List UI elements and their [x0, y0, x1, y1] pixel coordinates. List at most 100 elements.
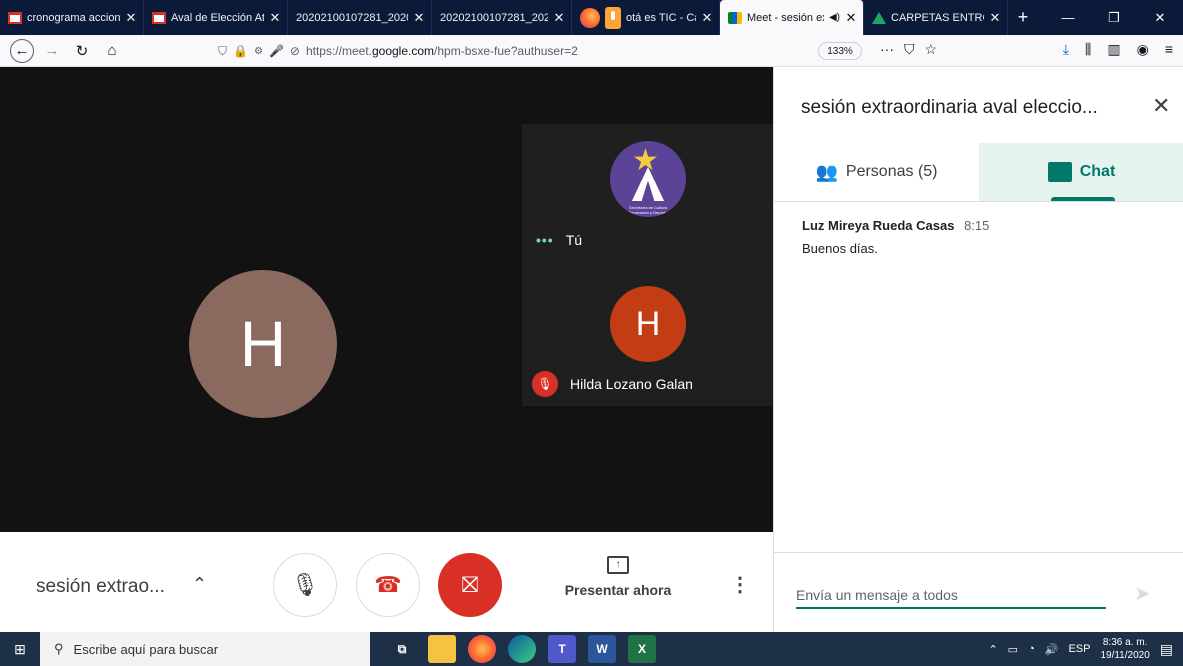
tab-document-2[interactable]: 20202100107281_202011 ✕ — [432, 0, 572, 35]
wifi-icon[interactable]: ◔ — [1028, 643, 1035, 655]
chat-message-input[interactable] — [796, 583, 1106, 609]
clock-time: 8:36 a. m. — [1102, 637, 1148, 648]
new-tab-button[interactable]: + — [1008, 0, 1038, 35]
url-domain: google.com — [371, 44, 435, 58]
hilda-name: Hilda Lozano Galan — [570, 376, 693, 392]
chat-message: Luz Mireya Rueda Casas 8:15 Buenos días. — [802, 218, 989, 256]
url-text[interactable]: https://meet.google.com/hpm-bsxe-fue?aut… — [306, 44, 578, 58]
notifications-icon[interactable]: ▤ — [1160, 641, 1173, 658]
shield-icon[interactable]: ⛉ — [218, 44, 227, 59]
language-indicator[interactable]: ESP — [1068, 643, 1090, 655]
tab-meet[interactable]: Meet - sesión ex ◀) ✕ — [720, 0, 864, 35]
self-avatar-logo: ★ Secretaría de Cultura Recreación y Dep… — [610, 141, 686, 217]
self-tile-label: ••• Tú — [536, 232, 582, 248]
camera-button[interactable]: ⛝ — [438, 553, 502, 617]
windows-start-icon[interactable]: ⊞ — [0, 632, 40, 666]
hilda-tile-label: 🎙 Hilda Lozano Galan — [532, 371, 693, 397]
present-now-button[interactable]: ↑ Presentar ahora — [562, 556, 674, 598]
screen: cronograma accion ✕ Aval de Elección At … — [0, 0, 1183, 666]
meeting-name[interactable]: sesión extrao... — [36, 576, 165, 598]
pocket-icon[interactable]: ⛉ — [904, 41, 915, 58]
library-icon[interactable]: ⫼ — [1085, 41, 1091, 58]
close-icon[interactable]: ✕ — [269, 10, 281, 26]
file-explorer-icon[interactable] — [428, 635, 456, 663]
message-text: Buenos días. — [802, 241, 878, 256]
download-icon[interactable]: ⤓ — [1063, 41, 1069, 58]
microphone-sharing-icon — [605, 6, 621, 29]
tab-chat-label: Chat — [1079, 163, 1116, 180]
chevron-up-icon[interactable]: ⌃ — [192, 574, 207, 595]
firefox-icon[interactable] — [468, 635, 496, 663]
panel-title: sesión extraordinaria aval eleccio... — [801, 97, 1098, 118]
lock-icon[interactable]: 🔒 — [233, 44, 248, 58]
microphone-icon[interactable]: 🎤 — [269, 44, 284, 58]
permissions-icon[interactable]: ⚙ — [254, 46, 263, 57]
drive-icon — [872, 11, 886, 24]
send-icon[interactable]: ➤ — [1134, 581, 1151, 606]
sidebar-icon[interactable]: ▥ — [1107, 41, 1120, 58]
tab-document-1[interactable]: 20202100107281_202011 ✕ — [288, 0, 432, 35]
home-button[interactable]: ⌂ — [100, 39, 124, 63]
restore-button[interactable]: ❐ — [1091, 0, 1137, 35]
mic-muted-icon: 🎙 — [532, 371, 558, 397]
tab-label: 20202100107281_202011 — [296, 11, 408, 24]
browser-tab-strip: cronograma accion ✕ Aval de Elección At … — [0, 0, 1183, 35]
close-icon[interactable]: ✕ — [701, 10, 713, 26]
present-label: Presentar ahora — [564, 582, 672, 598]
clock[interactable]: 8:36 a. m. 19/11/2020 — [1100, 636, 1149, 662]
url-action-icons: ··· ⛉ ☆ — [880, 41, 937, 58]
tab-aval[interactable]: Aval de Elección At ✕ — [144, 0, 288, 35]
tab-chat[interactable]: Chat — [979, 143, 1183, 201]
microphone-button[interactable]: 🎙 — [273, 553, 337, 617]
address-bar[interactable]: ⛉ 🔒 ⚙ 🎤 ⊘ https://meet.google.com/hpm-bs… — [218, 39, 910, 63]
chat-panel: sesión extraordinaria aval eleccio... ✕ … — [773, 67, 1183, 632]
battery-icon[interactable]: ▭ — [1008, 643, 1018, 656]
account-icon[interactable]: ◉ — [1137, 41, 1149, 58]
zoom-indicator[interactable]: 133% — [818, 42, 862, 60]
close-window-button[interactable]: ✕ — [1137, 0, 1183, 35]
more-options-icon[interactable]: ⋮ — [730, 572, 750, 597]
chat-icon — [1047, 162, 1072, 182]
menu-icon[interactable]: ≡ — [1165, 41, 1173, 58]
bookmark-star-icon[interactable]: ☆ — [925, 41, 938, 58]
task-view-icon[interactable]: ⧉ — [388, 635, 416, 663]
tab-cronograma[interactable]: cronograma accion ✕ — [0, 0, 144, 35]
page-actions-icon[interactable]: ··· — [880, 41, 894, 58]
close-icon[interactable]: ✕ — [989, 10, 1001, 26]
minimize-button[interactable]: — — [1045, 0, 1091, 35]
close-icon[interactable]: ✕ — [553, 10, 565, 26]
forward-button[interactable]: → — [40, 39, 64, 63]
divider — [774, 552, 1183, 553]
reload-button[interactable]: ↻ — [70, 39, 94, 63]
close-icon[interactable]: ✕ — [125, 10, 137, 26]
volume-icon[interactable]: 🔊 — [1045, 643, 1059, 656]
tab-calendar[interactable]: otá es TIC - Cale ✕ — [572, 0, 720, 35]
present-screen-icon: ↑ — [607, 556, 629, 574]
teams-icon[interactable]: T — [548, 635, 576, 663]
meeting-controls-bar: sesión extrao... ⌃ 🎙 ☎ ⛝ ↑ Presentar aho… — [0, 532, 773, 632]
edge-icon[interactable] — [508, 635, 536, 663]
tab-people[interactable]: 👥 Personas (5) — [774, 143, 979, 201]
tab-label: Aval de Elección At — [171, 11, 264, 24]
tab-label: 20202100107281_202011 — [440, 11, 548, 24]
people-icon: 👥 — [815, 161, 838, 182]
show-hidden-icons-icon[interactable]: ⌃ — [988, 643, 997, 656]
taskbar-search[interactable]: ⚲ Escribe aquí para buscar — [40, 632, 370, 666]
message-sender: Luz Mireya Rueda Casas — [802, 218, 955, 233]
close-icon[interactable]: ✕ — [845, 10, 857, 26]
close-panel-icon[interactable]: ✕ — [1152, 93, 1170, 119]
tab-carpetas[interactable]: CARPETAS ENTRGA ✕ — [864, 0, 1008, 35]
leave-call-button[interactable]: ☎ — [356, 553, 420, 617]
autoplay-blocked-icon[interactable]: ⊘ — [290, 44, 300, 58]
back-button[interactable]: ← — [10, 38, 34, 63]
camera-off-icon: ⛝ — [461, 572, 479, 597]
word-icon[interactable]: W — [588, 635, 616, 663]
meet-icon — [728, 11, 742, 24]
speaker-icon[interactable]: ◀) — [829, 12, 840, 23]
self-name: Tú — [565, 232, 583, 248]
close-icon[interactable]: ✕ — [413, 10, 425, 26]
search-icon: ⚲ — [54, 641, 64, 656]
more-options-icon[interactable]: ••• — [536, 232, 554, 248]
excel-icon[interactable]: X — [628, 635, 656, 663]
tab-label: cronograma accion — [27, 11, 120, 24]
